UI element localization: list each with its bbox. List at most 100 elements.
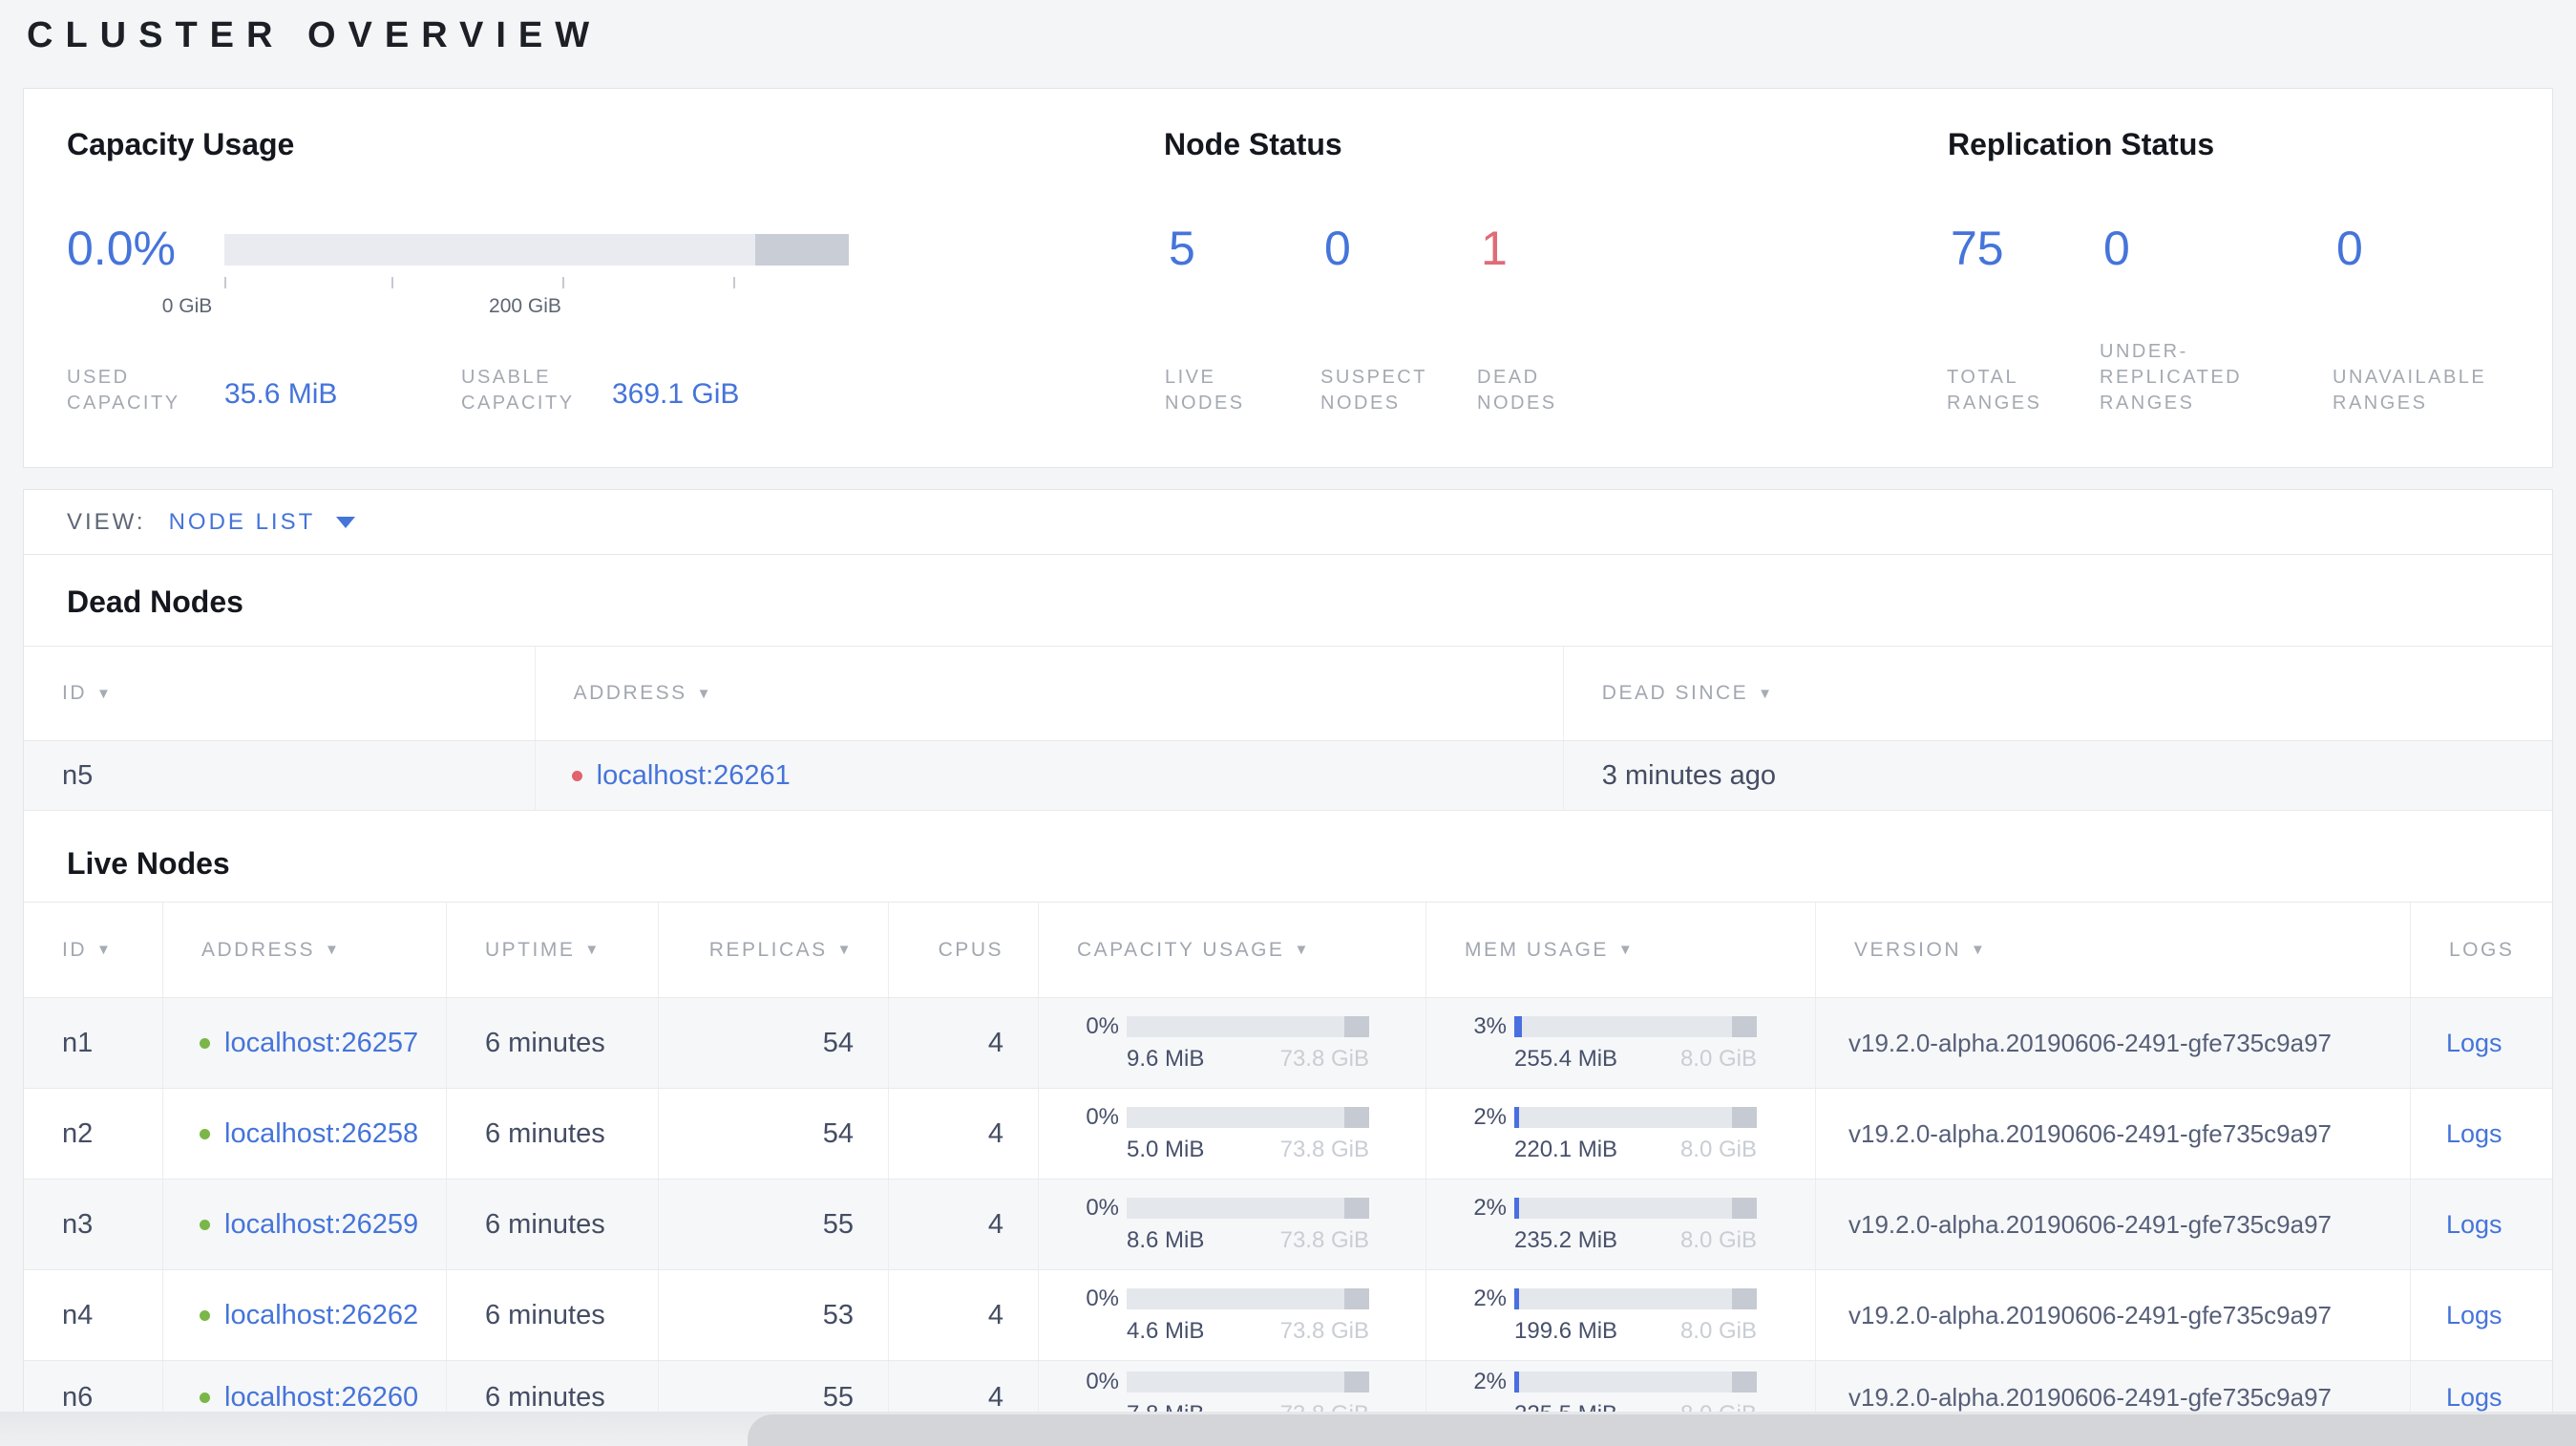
mem-usage-fill [1514,1016,1522,1037]
cell-mem-usage: 2% 220.1 MiB 8.0 GiB [1426,1089,1816,1179]
sort-arrow-icon: ▼ [1971,942,1988,958]
sort-arrow-icon: ▼ [96,685,114,702]
mem-usage-bar [1514,1016,1757,1037]
capacity-usage-bar [1127,1107,1369,1128]
mem-usage-cap-segment [1732,1016,1757,1037]
sort-arrow-icon: ▼ [1617,942,1636,958]
dead-nodes-table: ID ▼ ADDRESS ▼ DEAD SINCE ▼ n5 localhost:26261 3… [24,646,2552,811]
column-header-uptime[interactable]: UPTIME ▼ [447,903,659,997]
column-header-dead-since[interactable]: DEAD SINCE ▼ [1564,647,2552,740]
version-value: v19.2.0-alpha.20190606-2491-gfe735c9a97 [1848,1383,2332,1412]
live-status-dot-icon [200,1128,210,1139]
cell-uptime: 6 minutes [447,1270,659,1360]
sort-arrow-icon: ▼ [836,942,854,958]
sort-arrow-icon: ▼ [96,942,114,958]
cell-node-id: n3 [24,1180,163,1269]
summary-stat-value: 0 [2336,222,2363,275]
sort-arrow-icon: ▼ [1758,685,1775,702]
node-status-heading: Node Status [1164,127,1342,161]
capacity-total-value: 73.8 GiB [1279,1046,1369,1072]
mem-usage-fill [1514,1198,1519,1219]
cell-address: localhost:26262 [163,1270,447,1360]
cell-replicas: 54 [659,998,889,1088]
column-header-address[interactable]: ADDRESS ▼ [163,903,447,997]
column-header-replicas[interactable]: REPLICAS ▼ [659,903,889,997]
view-bar: VIEW: NODE LIST [24,490,2552,555]
capacity-axis-tick [391,277,393,288]
column-header-label: REPLICAS [708,938,828,961]
version-value: v19.2.0-alpha.20190606-2491-gfe735c9a97 [1848,1209,2332,1239]
usable-capacity-value: 369.1 GiB [612,378,740,410]
column-header-mem-usage[interactable]: MEM USAGE ▼ [1426,903,1816,997]
column-header-id[interactable]: ID ▼ [24,903,163,997]
capacity-usage-bar [1127,1016,1369,1037]
summary-stat-value: 75 [1951,222,2004,275]
capacity-usage-bar [1127,1288,1369,1309]
mem-usage-cap-segment [1732,1198,1757,1219]
column-header-id[interactable]: ID ▼ [24,647,536,740]
node-address-link[interactable]: localhost:26262 [224,1300,418,1331]
cell-capacity-usage: 0% 8.6 MiB 73.8 GiB [1039,1180,1426,1269]
capacity-usage-percent: 0% [1086,1104,1119,1130]
node-address-link[interactable]: localhost:26260 [224,1382,418,1414]
summary-stat-label: UNDER-REPLICATED RANGES [2100,341,2243,414]
cell-address: localhost:26261 [536,741,1564,810]
cell-capacity-usage: 0% 9.6 MiB 73.8 GiB [1039,998,1426,1088]
version-value: v19.2.0-alpha.20190606-2491-gfe735c9a97 [1848,1300,2332,1329]
capacity-usage-heading: Capacity Usage [67,127,295,161]
cell-cpus: 4 [889,1180,1039,1269]
live-status-dot-icon [200,1037,210,1049]
cell-cpus: 4 [889,1270,1039,1360]
mem-usage-bar [1514,1288,1757,1309]
logs-link[interactable]: Logs [2446,1301,2502,1330]
live-status-dot-icon [200,1219,210,1230]
page-title: CLUSTER OVERVIEW [27,15,602,55]
node-address-link[interactable]: localhost:26257 [224,1028,418,1059]
logs-link[interactable]: Logs [2446,1383,2502,1413]
bottom-scroll-bar[interactable] [748,1414,2576,1446]
view-mode-selected: NODE LIST [168,508,316,535]
capacity-used-value: 9.6 MiB [1127,1046,1205,1072]
column-header-capacity-usage[interactable]: CAPACITY USAGE ▼ [1039,903,1426,997]
column-header-logs: LOGS [2411,903,2552,997]
sort-arrow-icon: ▼ [696,685,714,702]
logs-link[interactable]: Logs [2446,1210,2502,1240]
table-row: n1 localhost:26257 6 minutes 54 4 0% 9.6 MiB 73… [24,998,2552,1089]
column-header-version[interactable]: VERSION ▼ [1816,903,2411,997]
live-nodes-heading: Live Nodes [67,846,230,881]
sort-arrow-icon: ▼ [1294,942,1311,958]
capacity-usage-graph: 0% 5.0 MiB 73.8 GiB [1073,1104,1369,1163]
node-address-link[interactable]: localhost:26261 [597,760,791,792]
sort-arrow-icon: ▼ [325,942,342,958]
cell-mem-usage: 2% 235.2 MiB 8.0 GiB [1426,1180,1816,1269]
table-header-row: ID ▼ ADDRESS ▼ UPTIME ▼ REPLICAS ▼ CPUS CAPACITY … [24,902,2552,998]
cell-cpus: 4 [889,1089,1039,1179]
logs-link[interactable]: Logs [2446,1029,2502,1058]
mem-usage-graph: 2% 220.1 MiB 8.0 GiB [1461,1104,1757,1163]
summary-stat-value: 1 [1481,222,1508,275]
column-header-address[interactable]: ADDRESS ▼ [536,647,1564,740]
cell-logs: Logs [2411,1270,2552,1360]
node-address-link[interactable]: localhost:26258 [224,1118,418,1150]
view-mode-dropdown[interactable]: NODE LIST [169,509,356,536]
cell-replicas: 55 [659,1180,889,1269]
cell-capacity-usage: 0% 4.6 MiB 73.8 GiB [1039,1270,1426,1360]
summary-stat-label: SUSPECT NODES [1320,367,1427,414]
logs-link[interactable]: Logs [2446,1119,2502,1149]
mem-usage-fill [1514,1107,1519,1128]
cell-uptime: 6 minutes [447,998,659,1088]
capacity-axis-tick-label: 0 GiB [161,295,213,317]
column-header-label: UPTIME [485,938,576,961]
table-row: n5 localhost:26261 3 minutes ago [24,741,2552,811]
capacity-usage-percent: 0% [1086,1286,1119,1311]
mem-usage-cap-segment [1732,1288,1757,1309]
column-header-label: CPUS [938,938,1003,961]
mem-usage-percent: 2% [1473,1286,1507,1311]
node-address-link[interactable]: localhost:26259 [224,1209,418,1241]
mem-usage-percent: 2% [1473,1195,1507,1221]
capacity-used-value: 4.6 MiB [1127,1318,1205,1344]
mem-usage-graph: 3% 255.4 MiB 8.0 GiB [1461,1013,1757,1073]
capacity-total-value: 73.8 GiB [1279,1318,1369,1344]
mem-used-value: 220.1 MiB [1514,1137,1618,1162]
mem-total-value: 8.0 GiB [1679,1137,1757,1162]
